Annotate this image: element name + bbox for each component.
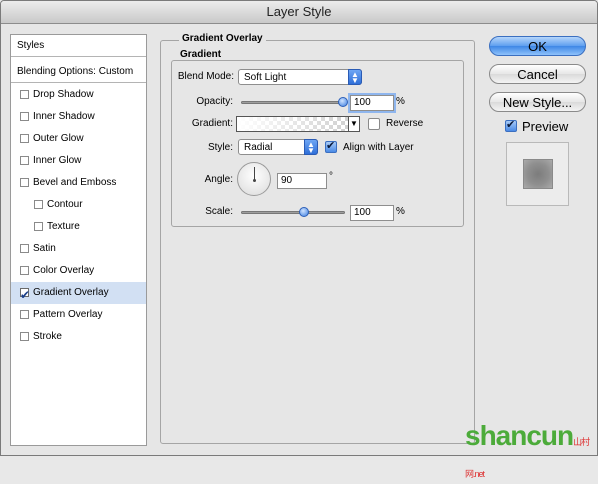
- preview-thumbnail: [506, 142, 569, 206]
- blend-mode-select[interactable]: Soft Light ▲ ▼: [238, 69, 362, 85]
- scale-slider[interactable]: [241, 211, 345, 214]
- triangle-down-icon[interactable]: ▼: [348, 117, 359, 131]
- group-title: Gradient: [177, 49, 225, 60]
- watermark-net: .net: [473, 469, 485, 479]
- blend-mode-label: Blend Mode:: [177, 71, 234, 82]
- sidebar-item-inner-glow[interactable]: Inner Glow: [11, 150, 146, 172]
- reverse-checkbox[interactable]: [368, 118, 380, 130]
- styles-sidebar: Styles Blending Options: Custom Drop Sha…: [10, 34, 147, 446]
- checkbox[interactable]: [20, 310, 29, 319]
- scale-input[interactable]: 100: [350, 205, 394, 221]
- sidebar-item-label: Satin: [33, 243, 56, 254]
- sidebar-item-label: Blending Options: Custom: [17, 66, 134, 77]
- angle-dial[interactable]: [237, 162, 271, 196]
- sidebar-item-label: Gradient Overlay: [33, 287, 109, 298]
- sidebar-item-label: Inner Shadow: [33, 111, 95, 122]
- scale-unit: %: [396, 206, 405, 217]
- checkbox[interactable]: [20, 244, 29, 253]
- checkbox[interactable]: [20, 284, 30, 306]
- align-with-layer-checkbox[interactable]: [325, 139, 337, 153]
- sidebar-item-label: Drop Shadow: [33, 89, 94, 100]
- style-value: Radial: [244, 142, 273, 153]
- sidebar-item-label: Stroke: [33, 331, 62, 342]
- sidebar-item-pattern-overlay[interactable]: Pattern Overlay: [11, 304, 146, 326]
- angle-input[interactable]: 90: [277, 173, 327, 189]
- window-title: Layer Style: [1, 1, 597, 24]
- sidebar-item-label: Pattern Overlay: [33, 309, 103, 320]
- sidebar-item-color-overlay[interactable]: Color Overlay: [11, 260, 146, 282]
- sidebar-item-contour[interactable]: Contour: [11, 194, 146, 216]
- sidebar-item-label: Color Overlay: [33, 265, 95, 276]
- preview-label: Preview: [522, 119, 569, 134]
- sidebar-item-bevel-and-emboss[interactable]: Bevel and Emboss: [11, 172, 146, 194]
- scale-slider-thumb[interactable]: [299, 207, 309, 217]
- preview-swatch: [523, 159, 553, 189]
- opacity-slider-thumb[interactable]: [338, 97, 348, 107]
- opacity-input[interactable]: 100: [350, 95, 394, 111]
- gradient-label: Gradient:: [191, 118, 233, 129]
- sidebar-item-stroke[interactable]: Stroke: [11, 326, 146, 348]
- sidebar-item-label: Texture: [47, 221, 80, 232]
- sidebar-item-satin[interactable]: Satin: [11, 238, 146, 260]
- angle-label: Angle:: [204, 174, 233, 185]
- sidebar-item-styles[interactable]: Styles: [11, 35, 146, 57]
- angle-unit: °: [329, 171, 333, 182]
- sidebar-item-blending-options[interactable]: Blending Options: Custom: [11, 61, 146, 83]
- opacity-unit: %: [396, 96, 405, 107]
- reverse-label: Reverse: [386, 118, 424, 129]
- sidebar-item-label: Styles: [17, 40, 45, 51]
- checkbox[interactable]: [20, 178, 29, 187]
- sidebar-item-texture[interactable]: Texture: [11, 216, 146, 238]
- checkbox[interactable]: [34, 222, 43, 231]
- new-style-button[interactable]: New Style...: [489, 92, 586, 112]
- sidebar-item-label: Bevel and Emboss: [33, 177, 117, 188]
- checkbox[interactable]: [20, 134, 29, 143]
- style-select[interactable]: Radial ▲ ▼: [238, 139, 318, 155]
- sidebar-item-label: Outer Glow: [33, 133, 84, 144]
- gradient-picker[interactable]: ▼: [236, 116, 360, 132]
- chevron-updown-icon: ▲ ▼: [348, 69, 362, 85]
- sidebar-item-label: Contour: [47, 199, 83, 210]
- sidebar-item-outer-glow[interactable]: Outer Glow: [11, 128, 146, 150]
- checkbox[interactable]: [20, 266, 29, 275]
- style-label: Style:: [207, 142, 233, 153]
- sidebar-item-inner-shadow[interactable]: Inner Shadow: [11, 106, 146, 128]
- checkbox[interactable]: [20, 156, 29, 165]
- cancel-button[interactable]: Cancel: [489, 64, 586, 84]
- chevron-updown-icon: ▲ ▼: [304, 139, 318, 155]
- sidebar-item-label: Inner Glow: [33, 155, 82, 166]
- angle-center: [253, 179, 256, 182]
- sidebar-item-gradient-overlay[interactable]: Gradient Overlay: [11, 282, 146, 306]
- align-with-layer-label: Align with Layer: [343, 142, 414, 153]
- panel-title: Gradient Overlay: [179, 33, 266, 44]
- checkbox[interactable]: [20, 112, 29, 121]
- checkbox[interactable]: [20, 90, 29, 99]
- scale-label: Scale:: [205, 206, 233, 217]
- checkbox[interactable]: [20, 332, 29, 341]
- opacity-label: Opacity:: [196, 96, 233, 107]
- preview-checkbox[interactable]: [505, 118, 517, 132]
- opacity-slider[interactable]: [241, 101, 345, 104]
- sidebar-item-drop-shadow[interactable]: Drop Shadow: [11, 84, 146, 106]
- watermark-logo: shancun山村网.net: [465, 420, 598, 484]
- checkbox[interactable]: [34, 200, 43, 209]
- watermark-text: shancun: [465, 420, 574, 451]
- ok-button[interactable]: OK: [489, 36, 586, 56]
- blend-mode-value: Soft Light: [244, 72, 287, 83]
